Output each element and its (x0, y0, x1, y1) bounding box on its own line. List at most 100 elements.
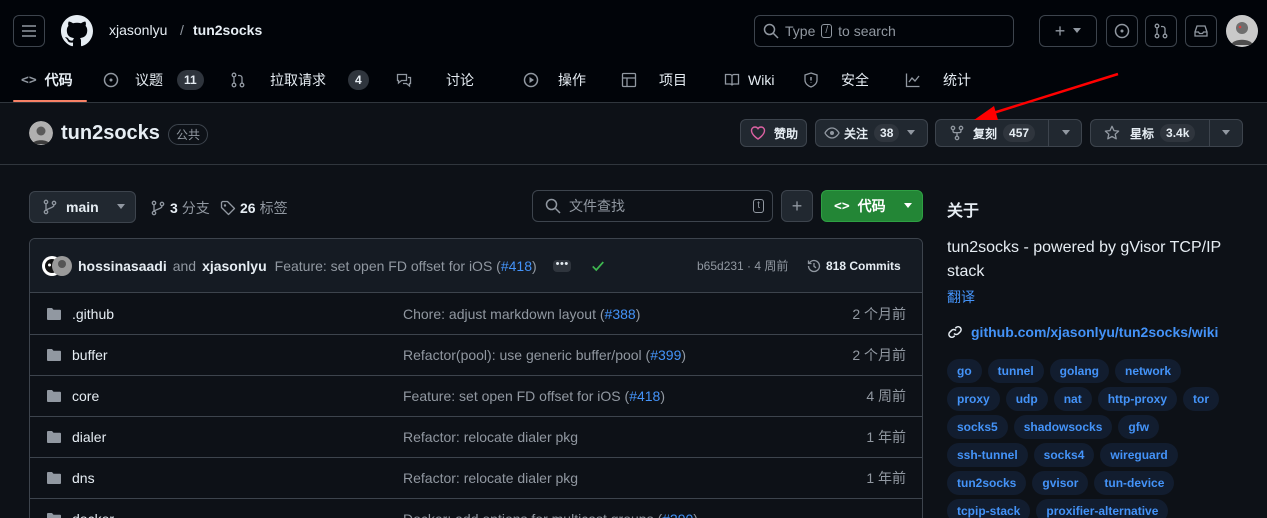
file-row[interactable]: dns Refactor: relocate dialer pkg 1 年前 (30, 457, 922, 498)
topic-tag[interactable]: tunnel (987, 359, 1044, 383)
topic-tag[interactable]: network (1115, 359, 1182, 383)
file-commit-pr-link[interactable]: #388 (605, 306, 636, 322)
commit-message[interactable]: Feature: set open FD offset for iOS (#41… (275, 258, 537, 274)
topic-tag[interactable]: tun2socks (947, 471, 1027, 495)
branches-link[interactable]: 3 分支 (150, 198, 210, 218)
code-dropdown-button[interactable]: <> 代码 (821, 190, 923, 222)
file-commit-time: 2 个月前 (852, 347, 906, 363)
topic-tag[interactable]: ssh-tunnel (947, 443, 1028, 467)
commit-author[interactable]: hossinasaadi (78, 258, 167, 274)
inbox-button[interactable] (1185, 15, 1217, 47)
tab-projects-label: 项目 (659, 72, 687, 88)
topic-tag[interactable]: gfw (1118, 415, 1160, 439)
check-icon[interactable] (591, 259, 605, 273)
avatar-icon (29, 121, 53, 145)
file-row[interactable]: .github Chore: adjust markdown layout (#3… (30, 293, 922, 334)
issue-icon (1114, 23, 1130, 39)
file-commit-pr-link[interactable]: #290 (662, 511, 693, 518)
history-icon (807, 259, 821, 272)
github-logo[interactable] (61, 15, 93, 47)
topic-tag[interactable]: tor (1183, 387, 1220, 411)
issues-button[interactable] (1106, 15, 1138, 47)
file-name[interactable]: dialer (72, 429, 106, 445)
file-name[interactable]: dns (72, 470, 95, 486)
tab-projects[interactable]: 项目 (621, 62, 687, 98)
topic-tag[interactable]: gvisor (1032, 471, 1089, 495)
topic-tag[interactable]: shadowsocks (1013, 415, 1113, 439)
topic-tag[interactable]: nat (1053, 387, 1092, 411)
file-name[interactable]: .github (72, 306, 114, 322)
tab-code-label: 代码 (44, 72, 73, 88)
avatar-icon (52, 255, 72, 276)
file-row[interactable]: dialer Refactor: relocate dialer pkg 1 年前 (30, 416, 922, 457)
file-commit-message[interactable]: Refactor: relocate dialer pkg (403, 429, 578, 445)
watch-button[interactable]: 关注 38 (815, 119, 928, 147)
tab-security[interactable]: 安全 (803, 62, 869, 98)
file-commit-message[interactable]: Refactor: relocate dialer pkg (403, 470, 578, 486)
branch-icon (43, 199, 57, 215)
file-name[interactable]: docker (72, 511, 114, 518)
commits-history-link[interactable]: 818 Commits (806, 258, 901, 274)
topic-tag[interactable]: socks5 (947, 415, 1008, 439)
chevron-down-icon[interactable] (1222, 130, 1230, 136)
translate-link[interactable]: 翻译 (947, 287, 975, 307)
file-commit-pr-link[interactable]: #418 (629, 388, 660, 404)
branch-selector[interactable]: main (29, 191, 136, 223)
commit-pr-link[interactable]: #418 (501, 258, 532, 274)
breadcrumb-owner[interactable]: xjasonlyu (109, 22, 167, 38)
topic-tag[interactable]: wireguard (1100, 443, 1178, 467)
repo-name[interactable]: tun2socks (61, 122, 160, 145)
file-row[interactable]: buffer Refactor(pool): use generic buffer… (30, 334, 922, 375)
commit-coauthor[interactable]: xjasonlyu (202, 258, 267, 274)
tab-wiki[interactable]: Wiki (724, 62, 774, 98)
github-icon (61, 15, 93, 47)
file-commit-end: ) (635, 305, 641, 322)
sponsor-button[interactable]: 赞助 (740, 119, 807, 147)
file-search-input[interactable]: 文件查找 t (532, 190, 773, 222)
tab-issues[interactable]: 议题 11 (103, 62, 204, 98)
discussion-icon (396, 73, 412, 88)
commit-expand-button[interactable]: ••• (552, 258, 571, 272)
tags-count: 26 (240, 200, 256, 216)
topic-tag[interactable]: tcpip-stack (947, 499, 1031, 518)
tab-discussions[interactable]: 讨论 (396, 62, 474, 98)
chevron-down-icon[interactable] (1062, 130, 1070, 136)
tags-link[interactable]: 26 标签 (220, 198, 288, 218)
tab-code[interactable]: <> 代码 (21, 62, 73, 98)
homepage-link[interactable]: github.com/xjasonlyu/tun2socks/wiki (947, 324, 1218, 340)
pull-requests-button[interactable] (1145, 15, 1177, 47)
tab-actions[interactable]: 操作 (523, 62, 586, 98)
file-commit-message[interactable]: Refactor(pool): use generic buffer/pool … (403, 347, 686, 363)
topic-tag[interactable]: proxifier-alternative (1036, 499, 1169, 518)
global-search[interactable]: Type / to search (754, 15, 1014, 47)
eye-icon (824, 127, 840, 139)
topic-tag[interactable]: golang (1049, 359, 1109, 383)
link-icon (948, 325, 962, 339)
breadcrumb-repo[interactable]: tun2socks (193, 22, 262, 38)
commit-hash-time[interactable]: b65d231 · 4 周前 (697, 257, 788, 274)
menu-button[interactable] (13, 15, 45, 47)
file-commit-message[interactable]: Feature: set open FD offset for iOS (#41… (403, 388, 665, 404)
file-commit-time: 1 年前 (866, 470, 906, 486)
topic-tag[interactable]: go (947, 359, 982, 383)
file-row[interactable]: docker Docker: add options for multicast … (30, 498, 922, 518)
file-name[interactable]: buffer (72, 347, 108, 363)
file-commit-pr-link[interactable]: #399 (650, 347, 681, 363)
add-file-button[interactable]: + (781, 190, 813, 222)
topic-tag[interactable]: http-proxy (1097, 387, 1178, 411)
owner-avatar[interactable] (29, 121, 53, 145)
search-icon (763, 23, 779, 39)
file-commit-message[interactable]: Docker: add options for multicast groups… (403, 511, 698, 518)
file-row[interactable]: core Feature: set open FD offset for iOS … (30, 375, 922, 416)
file-commit-message[interactable]: Chore: adjust markdown layout (#388) (403, 306, 640, 322)
file-name[interactable]: core (72, 388, 99, 404)
commit-avatars[interactable] (42, 255, 72, 277)
topic-tag[interactable]: udp (1005, 387, 1048, 411)
topic-tag[interactable]: tun-device (1094, 471, 1175, 495)
tab-pull-requests[interactable]: 拉取请求 4 (230, 62, 369, 98)
branch-name: main (66, 199, 99, 215)
user-avatar[interactable] (1226, 15, 1258, 47)
topic-tag[interactable]: socks4 (1033, 443, 1095, 467)
create-new-button[interactable]: + (1039, 15, 1097, 47)
topic-tag[interactable]: proxy (947, 387, 1000, 411)
